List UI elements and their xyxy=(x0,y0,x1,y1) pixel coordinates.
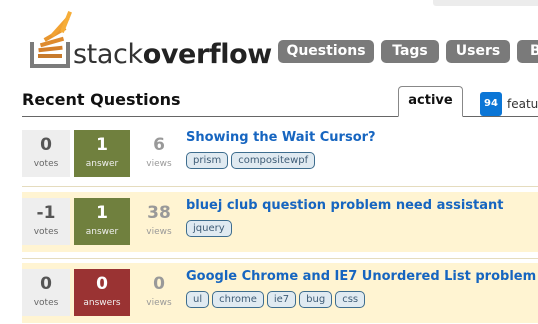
vote-count: 0 xyxy=(40,135,52,155)
page-title: Recent Questions xyxy=(22,90,181,109)
nav-tags-button[interactable]: Tags xyxy=(381,40,439,63)
view-count-box: 0 views xyxy=(140,269,178,316)
answer-label: answers xyxy=(83,298,121,308)
nav-questions-button[interactable]: Questions xyxy=(278,40,374,63)
vote-count-box: 0 votes xyxy=(22,269,70,316)
question-title-link[interactable]: Showing the Wait Cursor? xyxy=(186,130,376,145)
view-label: views xyxy=(146,298,172,308)
answer-count-box: 1 answer xyxy=(74,130,130,177)
vote-count-box: 0 votes xyxy=(22,130,70,177)
tab-active[interactable]: active xyxy=(398,86,463,117)
view-count-box: 6 views xyxy=(140,130,178,177)
view-count: 6 xyxy=(153,135,165,155)
row-divider xyxy=(22,258,538,259)
question-title-link[interactable]: Google Chrome and IE7 Unordered List pro… xyxy=(186,269,536,284)
answer-count-box: 1 answer xyxy=(74,198,130,245)
site-logo[interactable]: stackoverflow xyxy=(30,6,272,70)
answer-label: answer xyxy=(85,227,119,237)
tag-link[interactable]: compositewpf xyxy=(231,152,316,169)
view-label: views xyxy=(146,227,172,237)
tab-featured[interactable]: 94 featu xyxy=(478,91,538,116)
top-bar-edge xyxy=(433,0,538,6)
vote-count-box: -1 votes xyxy=(22,198,70,245)
tag-link[interactable]: css xyxy=(335,291,366,308)
view-count: 38 xyxy=(147,203,171,223)
tag-link[interactable]: ul xyxy=(186,291,210,308)
view-count-box: 38 views xyxy=(140,198,178,245)
tag-link[interactable]: bug xyxy=(299,291,333,308)
vote-label: votes xyxy=(33,227,59,237)
tag-link[interactable]: chrome xyxy=(212,291,264,308)
featured-tab-label: featu xyxy=(507,96,538,111)
tag-list: prism compositewpf xyxy=(186,152,316,169)
logo-wordmark: stackoverflow xyxy=(73,40,272,70)
vote-count: -1 xyxy=(36,203,56,223)
featured-count-badge: 94 xyxy=(480,91,502,116)
logo-word-bold: overflow xyxy=(142,39,272,70)
logo-word-light: stack xyxy=(73,39,143,70)
nav-badges-button[interactable]: B xyxy=(517,40,538,63)
tag-list: ul chrome ie7 bug css xyxy=(186,291,366,308)
answer-count-box: 0 answers xyxy=(74,269,130,316)
answer-count: 1 xyxy=(96,203,108,223)
question-title-link[interactable]: bluej club question problem need assista… xyxy=(186,198,503,213)
question-row: 0 votes 0 answers 0 views Google Chrome … xyxy=(22,263,538,323)
row-divider xyxy=(22,186,538,187)
tag-link[interactable]: prism xyxy=(186,152,229,169)
tag-link[interactable]: ie7 xyxy=(266,291,297,308)
nav-users-button[interactable]: Users xyxy=(446,40,510,63)
tag-list: jquery xyxy=(186,220,232,237)
stack-logo-icon xyxy=(30,11,72,68)
question-row: 0 votes 1 answer 6 views Showing the Wai… xyxy=(22,124,538,184)
answer-label: answer xyxy=(85,159,119,169)
tag-link[interactable]: jquery xyxy=(186,220,232,237)
view-count: 0 xyxy=(153,274,165,294)
vote-count: 0 xyxy=(40,274,52,294)
answer-count: 1 xyxy=(96,135,108,155)
question-row: -1 votes 1 answer 38 views bluej club qu… xyxy=(22,192,538,252)
view-label: views xyxy=(146,159,172,169)
answer-count: 0 xyxy=(96,274,108,294)
vote-label: votes xyxy=(33,159,59,169)
vote-label: votes xyxy=(33,298,59,308)
